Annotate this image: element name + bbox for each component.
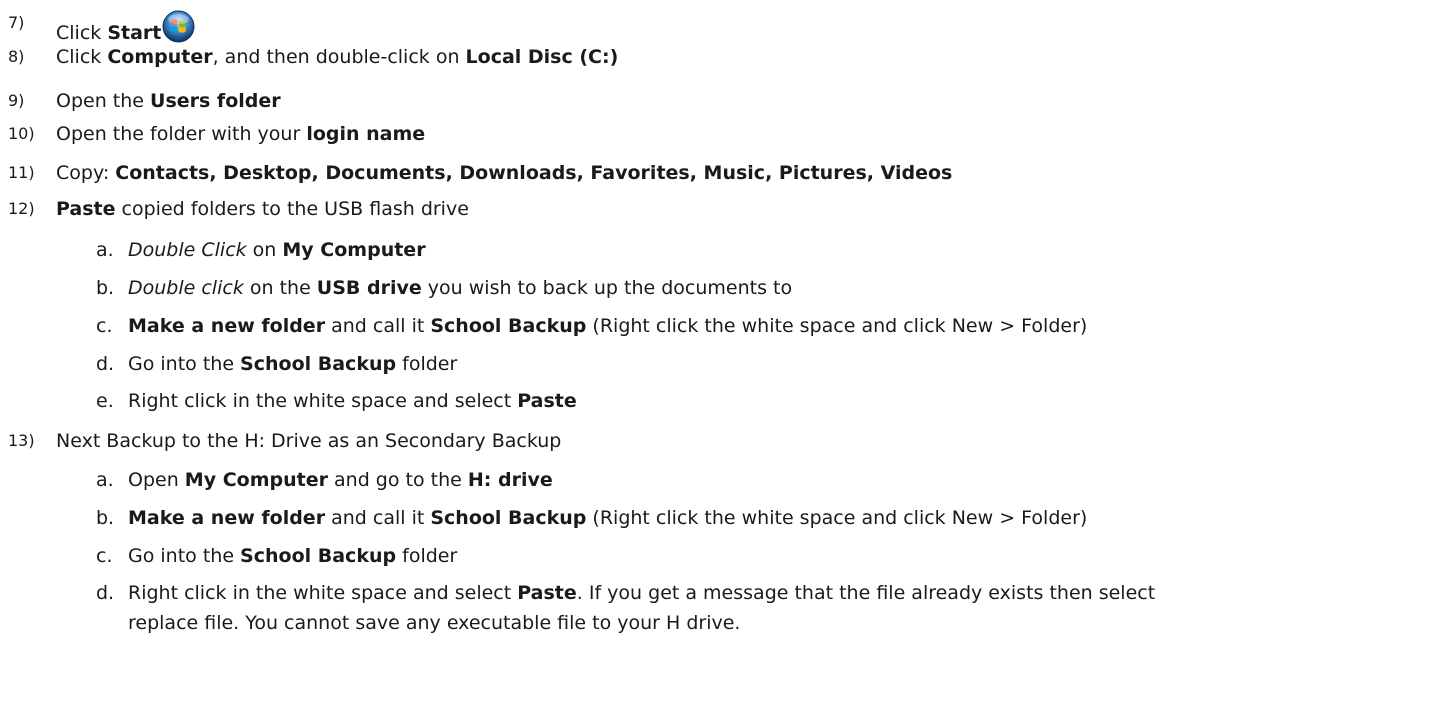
- step-text: Open the folder with your login name: [56, 121, 425, 147]
- text-run: folder: [396, 545, 458, 567]
- text-run: you wish to back up the documents to: [421, 277, 793, 299]
- sub-step-text: Right click in the white space and selec…: [128, 580, 1155, 606]
- text-run: Make a new folder: [128, 507, 326, 529]
- text-run: School Backup: [240, 353, 397, 375]
- text-run: replace file. You cannot save any execut…: [128, 612, 741, 634]
- sub-step-text: Go into the School Backup folder: [128, 351, 457, 377]
- text-run: Paste: [517, 390, 577, 412]
- text-run: Users folder: [150, 90, 281, 112]
- step-number: 11): [8, 163, 35, 182]
- instructions-document: 7) Click Start 8) Click Computer, and then …: [0, 0, 1431, 702]
- text-run: Click: [56, 46, 108, 68]
- text-run: and call it: [325, 315, 431, 337]
- text-run: USB drive: [316, 277, 422, 299]
- text-run: folder: [396, 353, 458, 375]
- sub-step-label: e.: [96, 390, 114, 412]
- windows-start-orb-icon: [162, 10, 195, 43]
- text-run: copied folders to the USB flash drive: [115, 198, 469, 220]
- step-number: 10): [8, 124, 35, 143]
- step-text: Click Computer, and then double-click on…: [56, 44, 618, 70]
- text-run: . If you get a message that the file alr…: [576, 582, 1156, 604]
- text-run: on the: [243, 277, 317, 299]
- text-run: My Computer: [184, 469, 328, 491]
- sub-step-label: a.: [96, 469, 114, 491]
- text-run: Open the folder with your: [56, 123, 307, 145]
- text-run: Go into the: [128, 353, 241, 375]
- text-run: and call it: [325, 507, 431, 529]
- text-run: Double Click: [128, 239, 247, 261]
- sub-step-text: Double Click on My Computer: [128, 237, 426, 263]
- step-text: Next Backup to the H: Drive as an Second…: [56, 428, 561, 454]
- text-run: Double click: [128, 277, 244, 299]
- text-run: Right click in the white space and selec…: [128, 582, 518, 604]
- text-run: Start: [107, 22, 162, 44]
- sub-step-label: c.: [96, 315, 113, 337]
- text-run: Copy:: [56, 162, 116, 184]
- sub-step-text: replace file. You cannot save any execut…: [128, 610, 740, 636]
- text-run: Open: [128, 469, 185, 491]
- text-run: Paste: [517, 582, 577, 604]
- text-run: Paste: [56, 198, 116, 220]
- step-number: 8): [8, 47, 25, 66]
- text-run: Make a new folder: [128, 315, 326, 337]
- text-run: (Right click the white space and click N…: [586, 507, 1088, 529]
- sub-step-text: Go into the School Backup folder: [128, 543, 457, 569]
- text-run: My Computer: [282, 239, 426, 261]
- step-text: Open the Users folder: [56, 88, 281, 114]
- text-run: (Right click the white space and click N…: [586, 315, 1088, 337]
- step-text: Click Start: [56, 10, 195, 46]
- text-run: H: drive: [467, 469, 553, 491]
- text-run: Go into the: [128, 545, 241, 567]
- step-number: 13): [8, 431, 35, 450]
- step-text: Copy: Contacts, Desktop, Documents, Down…: [56, 160, 952, 186]
- text-run: School Backup: [240, 545, 397, 567]
- sub-step-text: Make a new folder and call it School Bac…: [128, 313, 1087, 339]
- sub-step-text: Right click in the white space and selec…: [128, 388, 577, 414]
- text-run: Click: [56, 22, 108, 44]
- sub-step-text: Double click on the USB drive you wish t…: [128, 275, 792, 301]
- text-run: login name: [306, 123, 426, 145]
- sub-step-label: d.: [96, 353, 115, 375]
- sub-step-label: b.: [96, 277, 115, 299]
- text-run: on: [246, 239, 283, 261]
- sub-step-text: Make a new folder and call it School Bac…: [128, 505, 1087, 531]
- text-run: Computer: [107, 46, 213, 68]
- sub-step-label: a.: [96, 239, 114, 261]
- text-run: Open the: [56, 90, 151, 112]
- sub-step-label: d.: [96, 582, 115, 604]
- text-run: School Backup: [430, 315, 587, 337]
- step-number: 7): [8, 13, 25, 32]
- text-run: Right click in the white space and selec…: [128, 390, 518, 412]
- sub-step-label: c.: [96, 545, 113, 567]
- text-run: , and then double-click on: [212, 46, 466, 68]
- step-number: 12): [8, 199, 35, 218]
- text-run: Contacts, Desktop, Documents, Downloads,…: [115, 162, 953, 184]
- sub-step-text: Open My Computer and go to the H: drive: [128, 467, 553, 493]
- text-run: and go to the: [327, 469, 468, 491]
- text-run: Local Disc (C:): [465, 46, 619, 68]
- step-number: 9): [8, 91, 25, 110]
- text-run: School Backup: [430, 507, 587, 529]
- step-text: Paste copied folders to the USB flash dr…: [56, 196, 469, 222]
- text-run: Next Backup to the H: Drive as an Second…: [56, 430, 562, 452]
- sub-step-label: b.: [96, 507, 115, 529]
